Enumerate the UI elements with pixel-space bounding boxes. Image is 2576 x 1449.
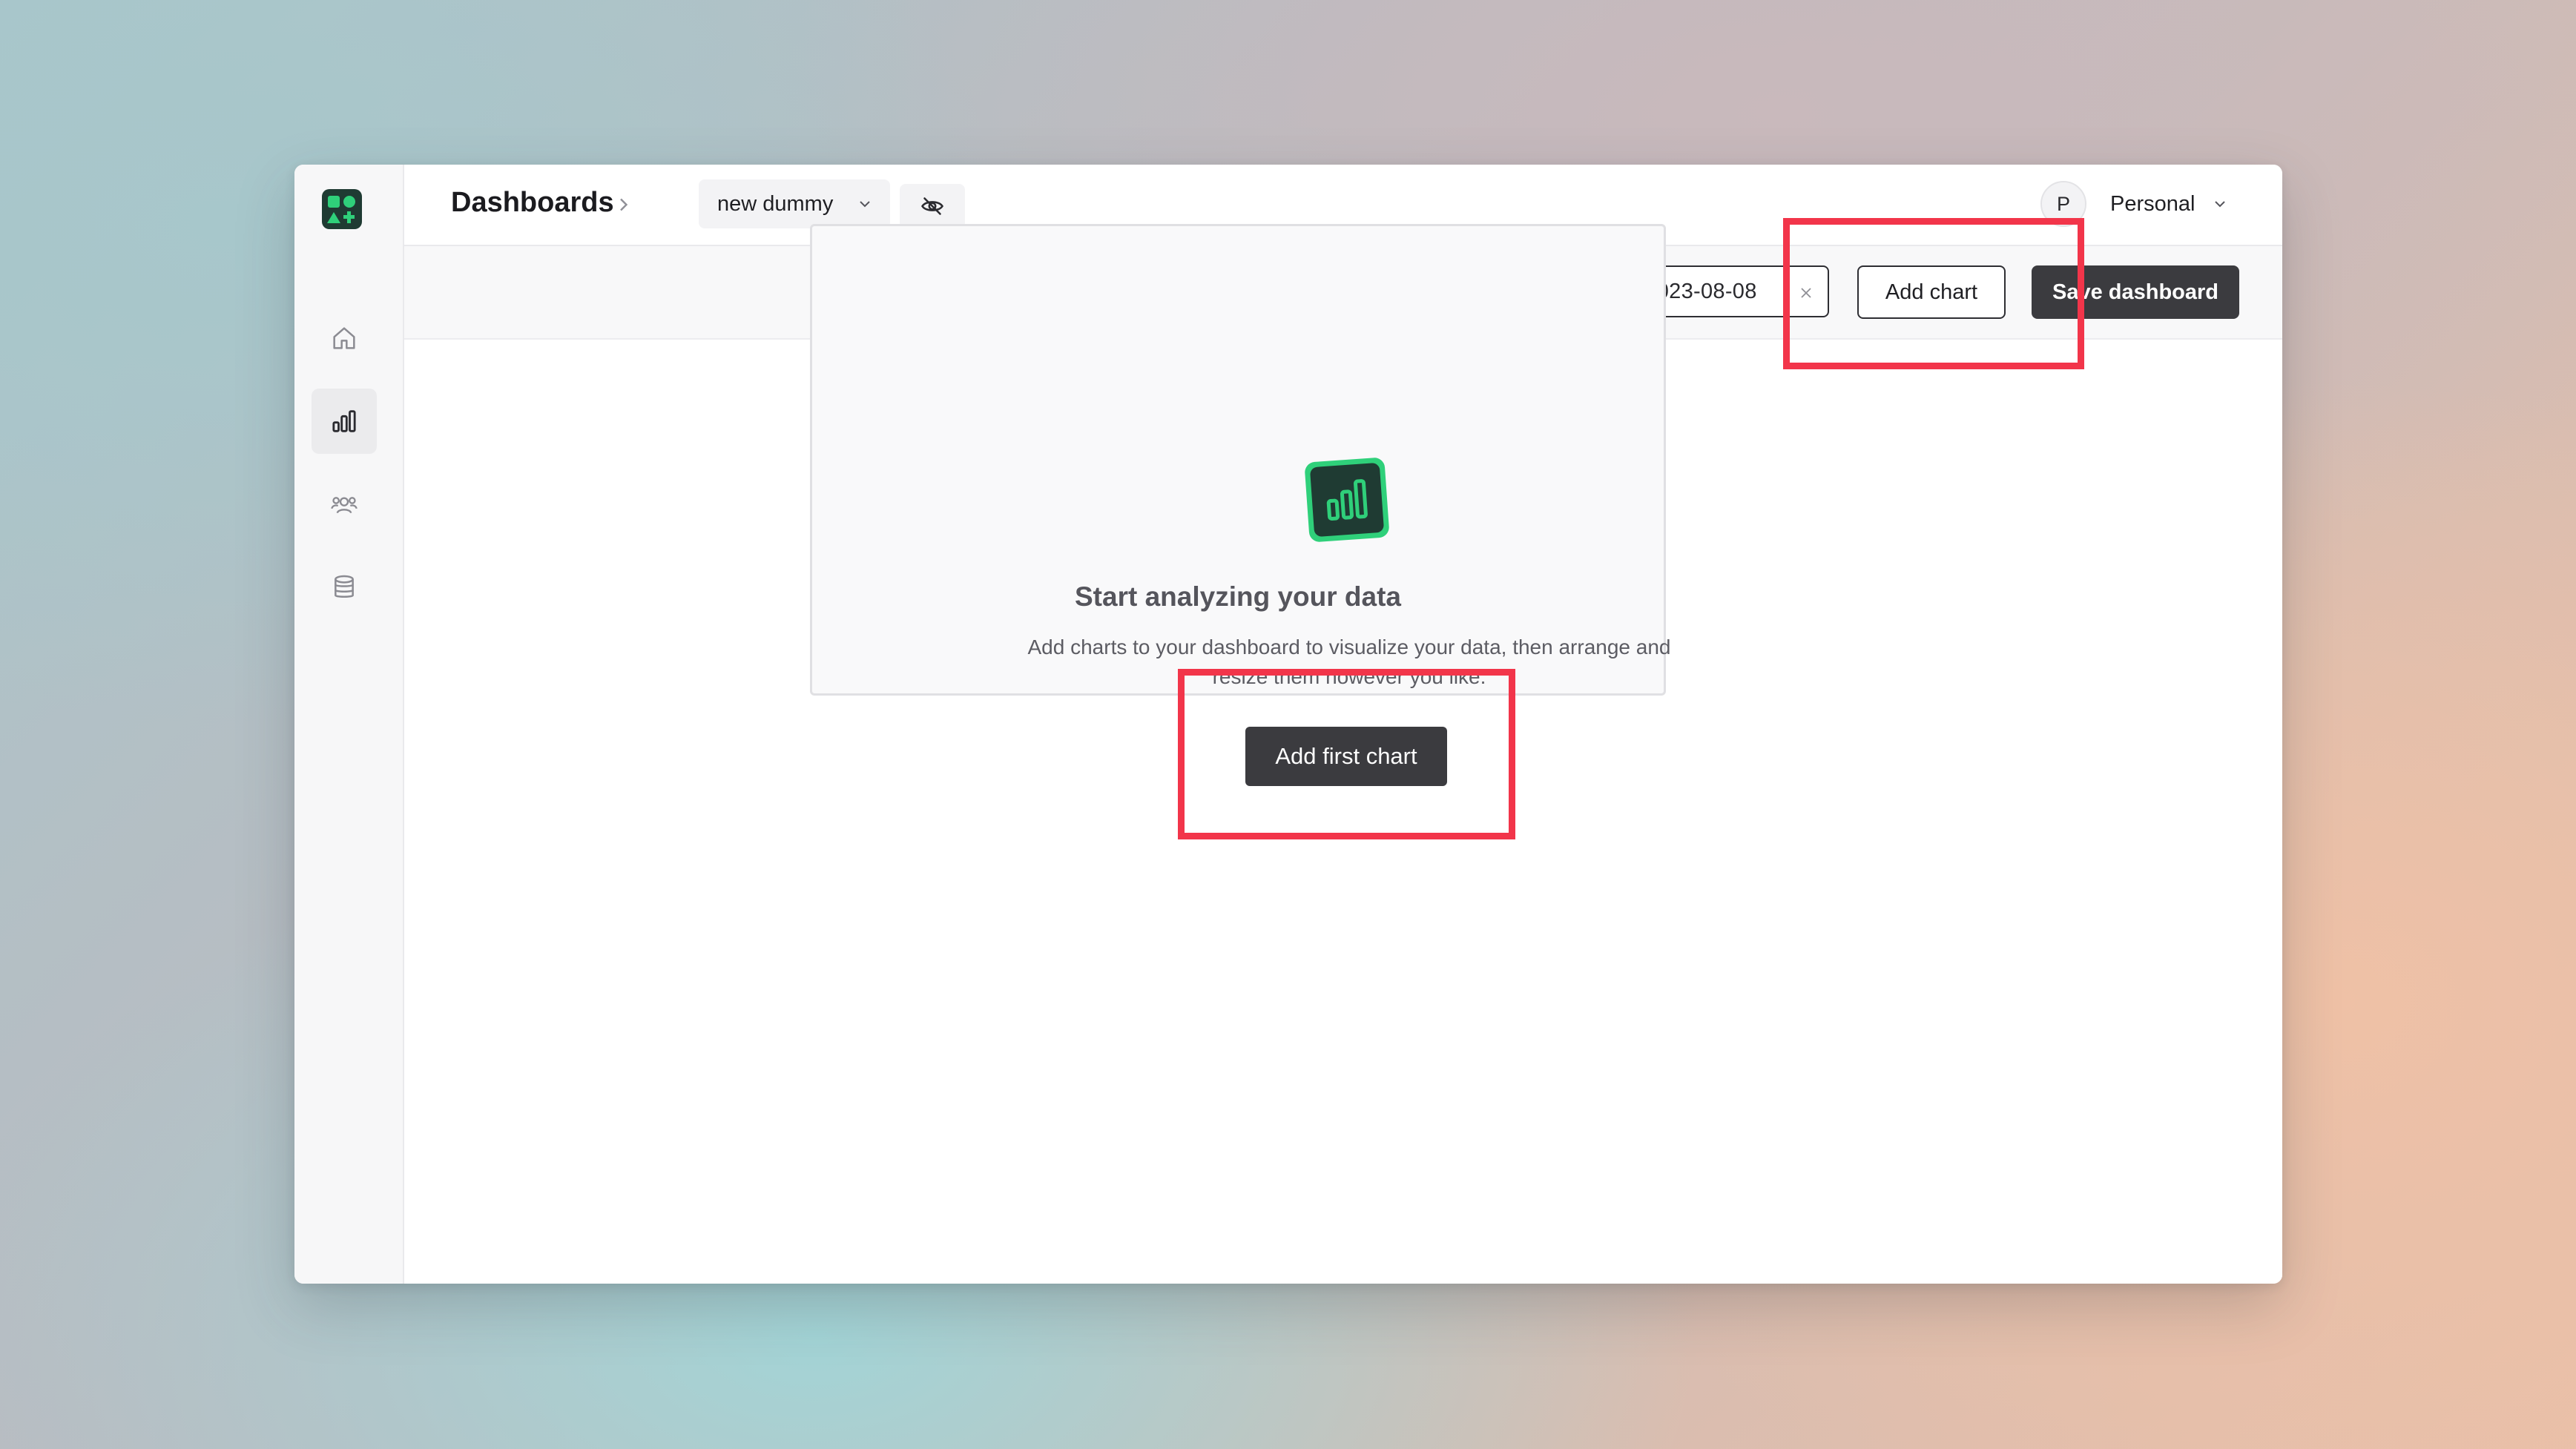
visibility-toggle-button[interactable] (900, 184, 965, 228)
logo-icon (322, 189, 362, 229)
users-icon (331, 497, 358, 514)
sidebar-item-dashboards[interactable] (312, 389, 377, 454)
sidebar-item-users[interactable] (312, 472, 377, 537)
bar-chart-icon (332, 410, 356, 432)
eye-off-icon (921, 197, 943, 215)
sidebar (294, 165, 404, 1284)
sidebar-item-data-sources[interactable] (312, 555, 377, 620)
empty-state-title: Start analyzing your data (1075, 581, 1401, 612)
dashboard-select-label: new dummy (717, 191, 834, 216)
dashboard-select[interactable]: new dummy (699, 179, 890, 228)
empty-state-description: Add charts to your dashboard to visualiz… (1027, 636, 1671, 688)
clear-icon[interactable] (1798, 285, 1814, 301)
add-chart-button[interactable]: Add chart (1857, 265, 2006, 319)
sidebar-item-home[interactable] (312, 306, 377, 371)
workspace-label: Personal (2110, 191, 2195, 216)
app-logo[interactable] (322, 189, 362, 229)
add-first-chart-button[interactable]: Add first chart (1245, 727, 1447, 786)
workspace-switcher[interactable]: Personal (2110, 179, 2229, 228)
save-dashboard-button[interactable]: Save dashboard (2032, 265, 2239, 319)
chevron-down-icon (860, 201, 870, 208)
empty-state-card (810, 224, 1666, 696)
database-icon (335, 575, 354, 598)
empty-state-description-wrap: Add charts to your dashboard to visualiz… (1003, 633, 1696, 692)
breadcrumb-dashboards[interactable]: Dashboards (451, 187, 614, 219)
avatar[interactable]: P (2040, 181, 2086, 227)
chevron-down-icon (2215, 201, 2226, 208)
chevron-right-icon (620, 198, 628, 211)
home-icon (333, 327, 355, 349)
bar-chart-icon (1305, 458, 1389, 542)
